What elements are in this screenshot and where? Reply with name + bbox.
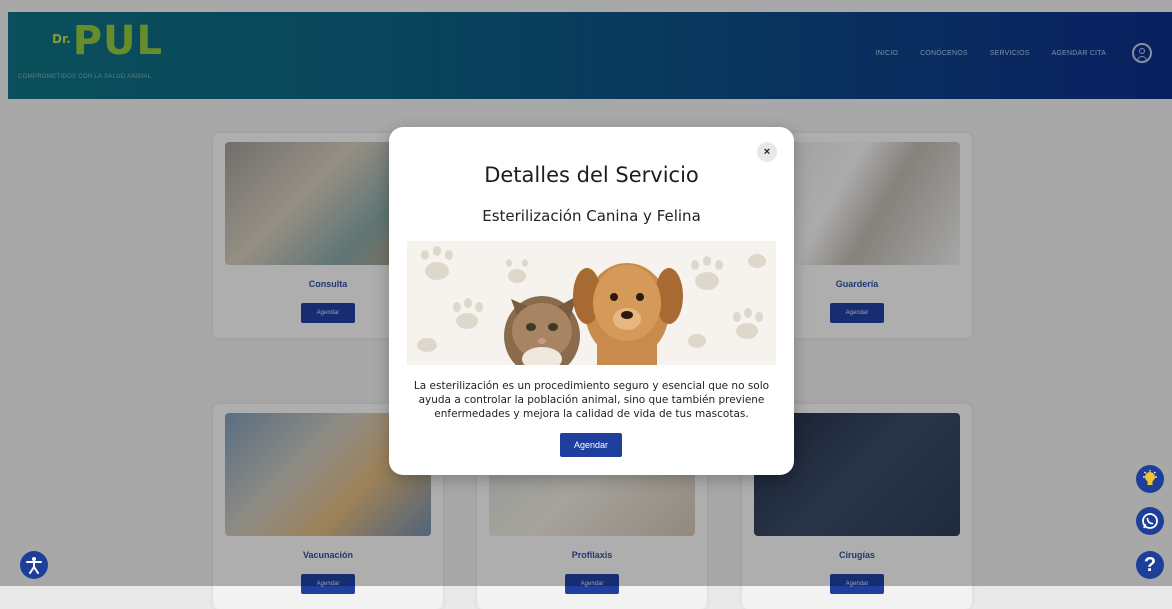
cat [504, 296, 580, 365]
modal-subtitle: Esterilización Canina y Felina [482, 207, 701, 225]
accessibility-icon[interactable] [20, 551, 48, 579]
help-icon[interactable]: ? [1136, 551, 1164, 579]
modal-title: Detalles del Servicio [484, 163, 699, 187]
cat-and-dog-illustration [417, 246, 766, 365]
lightbulb-glyph [1143, 470, 1157, 485]
lightbulb-icon[interactable] [1136, 465, 1164, 493]
dog [573, 263, 683, 365]
whatsapp-icon[interactable] [1136, 507, 1164, 535]
modal-description: La esterilización es un procedimiento se… [413, 380, 770, 420]
modal-agendar-button[interactable]: Agendar [560, 433, 622, 457]
accessibility-glyph [26, 557, 42, 574]
page: Dr. PUL COMPROMETIDOS CON LA SALUD ANIMA… [0, 0, 1172, 609]
cat-and-dog-image [407, 241, 776, 365]
close-icon[interactable]: × [757, 142, 777, 162]
service-details-modal: × Detalles del Servicio Esterilización C… [389, 127, 794, 475]
whatsapp-glyph [1142, 513, 1158, 529]
